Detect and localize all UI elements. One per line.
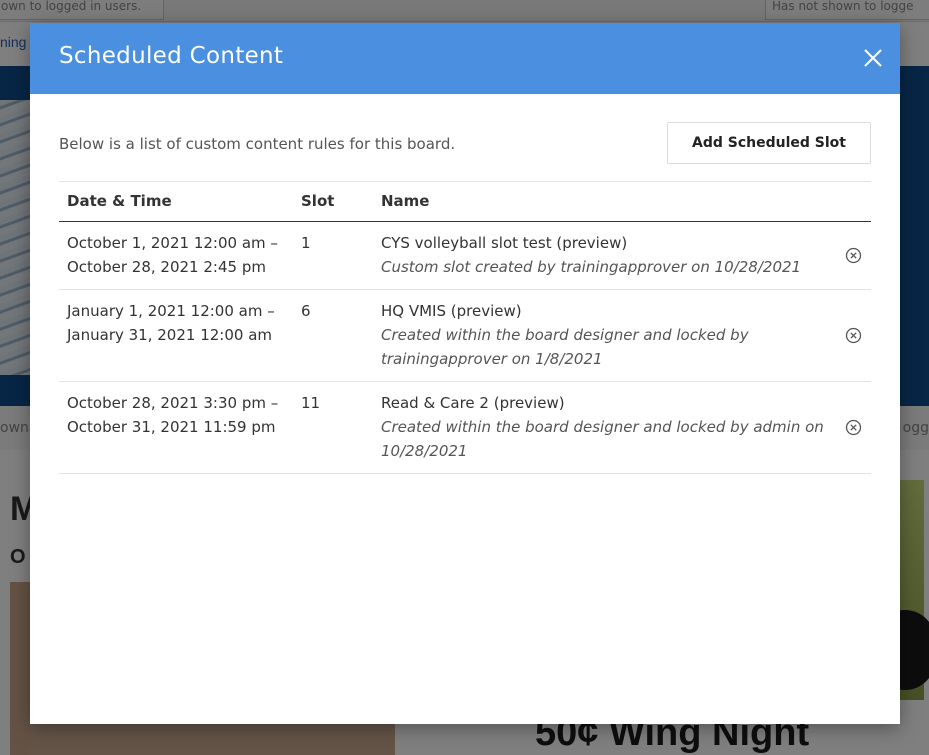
content-description: Created within the board designer and lo… (381, 326, 749, 368)
modal-title: Scheduled Content (59, 43, 284, 69)
name-cell: CYS volleyball slot test (preview) Custo… (373, 221, 841, 290)
scheduled-content-modal: Scheduled Content Below is a list of cus… (30, 23, 900, 724)
content-name: HQ VMIS (preview) (381, 302, 522, 320)
date-end: October 31, 2021 11:59 pm (67, 418, 276, 436)
remove-circle-x-icon (845, 327, 861, 344)
content-description: Custom slot created by trainingapprover … (381, 258, 802, 276)
content-name: CYS volleyball slot test (preview) (381, 234, 628, 252)
table-row: January 1, 2021 12:00 am – January 31, 2… (59, 289, 871, 382)
slot-cell: 6 (293, 289, 373, 382)
remove-cell (841, 221, 871, 290)
name-cell: Read & Care 2 (preview) Created within t… (373, 381, 841, 474)
add-scheduled-slot-button[interactable]: Add Scheduled Slot (667, 122, 871, 164)
modal-body: Below is a list of custom content rules … (30, 94, 900, 474)
remove-circle-x-icon (845, 419, 861, 436)
date-time-cell: October 28, 2021 3:30 pm – October 31, 2… (59, 381, 293, 474)
date-start: October 1, 2021 12:00 am – (67, 234, 278, 252)
scheduled-content-table: Date & Time Slot Name October 1, 2021 12… (59, 181, 871, 474)
table-row: October 1, 2021 12:00 am – October 28, 2… (59, 221, 871, 290)
date-end: October 28, 2021 2:45 pm (67, 258, 266, 276)
content-name: Read & Care 2 (preview) (381, 394, 565, 412)
date-time-cell: January 1, 2021 12:00 am – January 31, 2… (59, 289, 293, 382)
name-cell: HQ VMIS (preview) Created within the boa… (373, 289, 841, 382)
remove-button[interactable] (845, 327, 862, 344)
date-start: January 1, 2021 12:00 am – (67, 302, 275, 320)
date-start: October 28, 2021 3:30 pm – (67, 394, 279, 412)
column-header-date-time: Date & Time (59, 181, 293, 222)
remove-circle-x-icon (845, 247, 861, 264)
column-header-actions (841, 181, 871, 222)
slot-cell: 1 (293, 221, 373, 290)
date-end: January 31, 2021 12:00 am (67, 326, 272, 344)
table-header-row: Date & Time Slot Name (59, 181, 871, 222)
remove-cell (841, 381, 871, 474)
slot-cell: 11 (293, 381, 373, 474)
modal-header: Scheduled Content (30, 23, 900, 94)
table-row: October 28, 2021 3:30 pm – October 31, 2… (59, 381, 871, 474)
remove-button[interactable] (845, 419, 862, 436)
remove-cell (841, 289, 871, 382)
content-description: Created within the board designer and lo… (381, 418, 824, 460)
column-header-name: Name (373, 181, 841, 222)
remove-button[interactable] (845, 247, 862, 264)
close-button[interactable] (862, 47, 884, 69)
date-time-cell: October 1, 2021 12:00 am – October 28, 2… (59, 221, 293, 290)
column-header-slot: Slot (293, 181, 373, 222)
close-icon (864, 49, 882, 67)
